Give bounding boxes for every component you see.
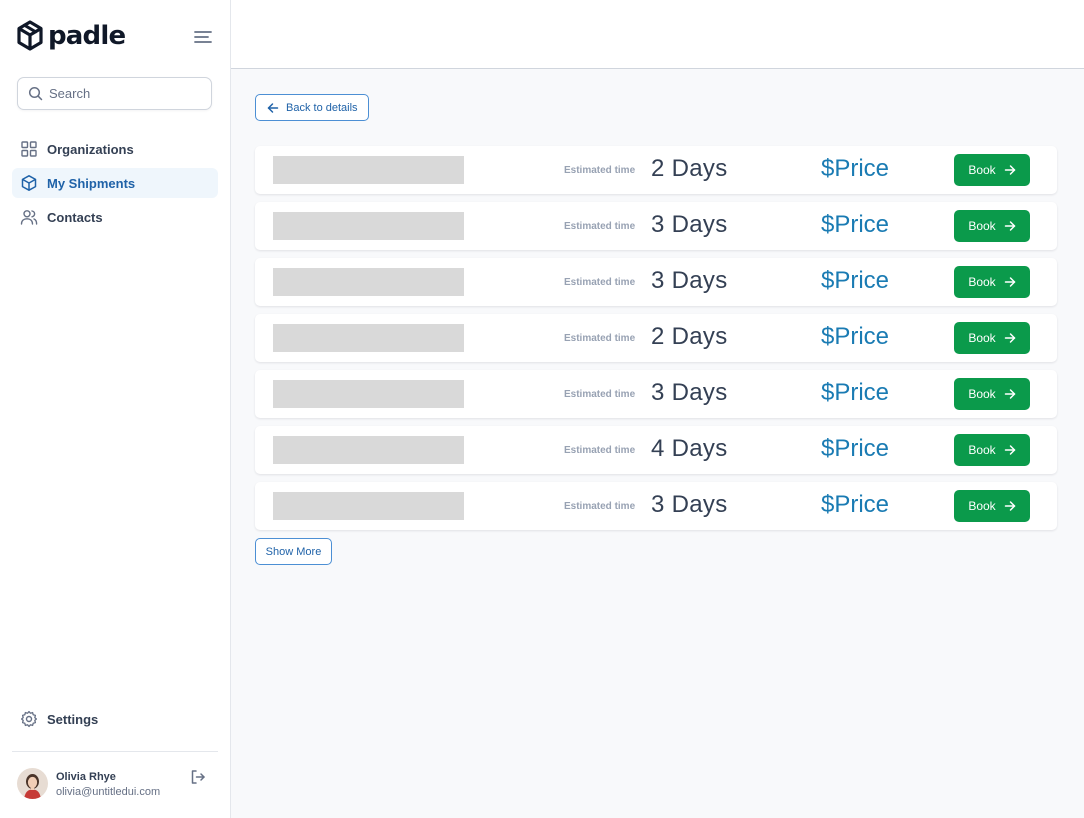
gear-icon xyxy=(20,710,38,728)
book-label: Book xyxy=(968,443,996,457)
estimated-time-label: Estimated time xyxy=(564,333,636,344)
user-email: olivia@untitledui.com xyxy=(56,786,161,798)
search-input[interactable] xyxy=(49,86,199,101)
sidebar-item-my-shipments[interactable]: My Shipments xyxy=(12,168,218,198)
book-label: Book xyxy=(968,275,996,289)
book-button[interactable]: Book xyxy=(954,322,1030,354)
price: $Price xyxy=(821,211,890,238)
carrier-placeholder-image xyxy=(273,212,464,240)
price: $Price xyxy=(821,379,890,406)
brand-logo[interactable]: padle xyxy=(17,20,126,52)
back-label: Back to details xyxy=(286,101,358,114)
users-icon xyxy=(20,210,38,225)
estimated-time-label: Estimated time xyxy=(564,389,636,400)
estimated-days: 3 Days xyxy=(651,211,728,238)
shipment-option-row: Estimated time 3 Days $Price Book xyxy=(255,370,1057,418)
price: $Price xyxy=(821,267,890,294)
sidebar-nav: Organizations My Shipments Contacts xyxy=(12,134,218,236)
sidebar-item-contacts[interactable]: Contacts xyxy=(12,202,218,232)
shipment-option-row: Estimated time 4 Days $Price Book xyxy=(255,426,1057,474)
price: $Price xyxy=(821,323,890,350)
estimated-days: 3 Days xyxy=(651,379,728,406)
grid-icon xyxy=(21,141,37,157)
carrier-placeholder-image xyxy=(273,492,464,520)
search-box xyxy=(17,77,212,110)
book-label: Book xyxy=(968,499,996,513)
estimated-time-label: Estimated time xyxy=(564,445,636,456)
book-button[interactable]: Book xyxy=(954,154,1030,186)
logout-icon xyxy=(191,770,205,784)
search-icon xyxy=(28,86,43,101)
avatar[interactable] xyxy=(17,768,48,799)
arrow-right-icon xyxy=(1004,165,1015,175)
carrier-placeholder-image xyxy=(273,436,464,464)
sidebar-divider xyxy=(12,751,218,752)
box-icon xyxy=(21,175,37,191)
sidebar-item-label: Organizations xyxy=(47,141,134,157)
book-label: Book xyxy=(968,219,996,233)
menu-icon xyxy=(194,31,212,43)
carrier-placeholder-image xyxy=(273,380,464,408)
book-label: Book xyxy=(968,387,996,401)
estimated-days: 4 Days xyxy=(651,435,728,462)
book-button[interactable]: Book xyxy=(954,266,1030,298)
arrow-left-icon xyxy=(267,102,279,113)
estimated-time-label: Estimated time xyxy=(564,165,636,176)
user-name: Olivia Rhye xyxy=(56,771,116,783)
price: $Price xyxy=(821,435,890,462)
arrow-right-icon xyxy=(1004,277,1015,287)
settings-label: Settings xyxy=(47,711,99,727)
arrow-right-icon xyxy=(1004,445,1015,455)
carrier-placeholder-image xyxy=(273,268,464,296)
user-profile: Olivia Rhye olivia@untitledui.com xyxy=(17,768,212,800)
sidebar: padle Organizations xyxy=(0,0,231,818)
book-label: Book xyxy=(968,331,996,345)
menu-toggle-button[interactable] xyxy=(192,28,214,46)
shipment-options-list: Estimated time 2 Days $Price Book Estima… xyxy=(255,146,1057,538)
book-button[interactable]: Book xyxy=(954,210,1030,242)
sidebar-item-settings[interactable]: Settings xyxy=(12,704,218,734)
estimated-days: 2 Days xyxy=(651,155,728,182)
arrow-right-icon xyxy=(1004,221,1015,231)
shipment-option-row: Estimated time 3 Days $Price Book xyxy=(255,482,1057,530)
carrier-placeholder-image xyxy=(273,156,464,184)
shipment-option-row: Estimated time 2 Days $Price Book xyxy=(255,146,1057,194)
logout-button[interactable] xyxy=(189,768,207,786)
estimated-time-label: Estimated time xyxy=(564,501,636,512)
avatar-image xyxy=(17,768,48,799)
back-to-details-button[interactable]: Back to details xyxy=(255,94,369,121)
book-button[interactable]: Book xyxy=(954,434,1030,466)
sidebar-item-organizations[interactable]: Organizations xyxy=(12,134,218,164)
book-button[interactable]: Book xyxy=(954,490,1030,522)
top-bar xyxy=(231,0,1084,69)
price: $Price xyxy=(821,491,890,518)
arrow-right-icon xyxy=(1004,501,1015,511)
shipment-option-row: Estimated time 2 Days $Price Book xyxy=(255,314,1057,362)
show-more-button[interactable]: Show More xyxy=(255,538,332,565)
book-button[interactable]: Book xyxy=(954,378,1030,410)
carrier-placeholder-image xyxy=(273,324,464,352)
arrow-right-icon xyxy=(1004,389,1015,399)
estimated-days: 2 Days xyxy=(651,323,728,350)
shipment-option-row: Estimated time 3 Days $Price Book xyxy=(255,258,1057,306)
sidebar-item-label: My Shipments xyxy=(47,175,136,191)
logo-icon xyxy=(17,20,43,51)
shipment-option-row: Estimated time 3 Days $Price Book xyxy=(255,202,1057,250)
price: $Price xyxy=(821,155,890,182)
estimated-days: 3 Days xyxy=(651,491,728,518)
arrow-right-icon xyxy=(1004,333,1015,343)
estimated-days: 3 Days xyxy=(651,267,728,294)
estimated-time-label: Estimated time xyxy=(564,277,636,288)
sidebar-item-label: Contacts xyxy=(47,209,103,225)
book-label: Book xyxy=(968,163,996,177)
estimated-time-label: Estimated time xyxy=(564,221,636,232)
brand-name: padle xyxy=(48,21,126,51)
